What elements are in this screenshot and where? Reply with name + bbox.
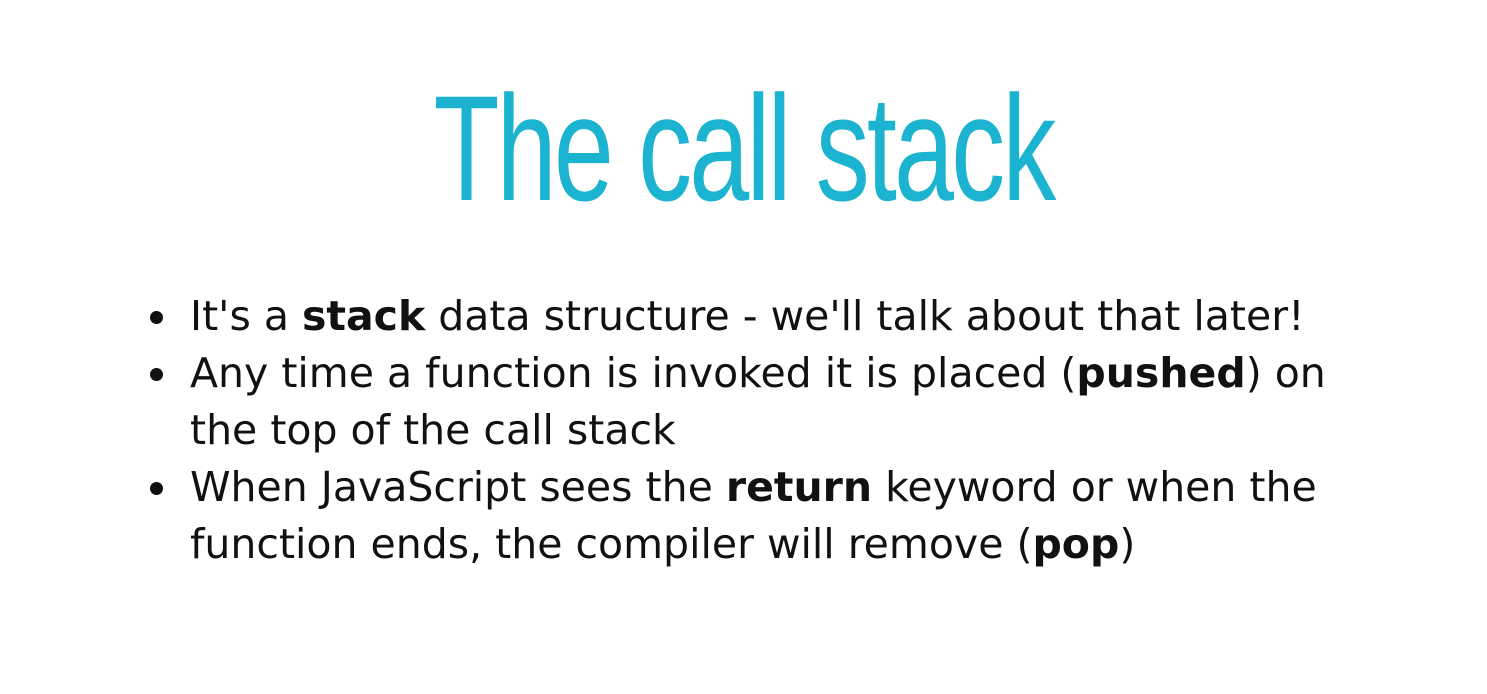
bullet-text-before: Any time a function is invoked it is pla…: [190, 349, 1077, 397]
bullet-text: When JavaScript sees the return keyword …: [190, 463, 1317, 568]
bullet-item: It's a stack data structure - we'll talk…: [150, 288, 1390, 345]
bullet-text-after-2: ): [1119, 520, 1136, 568]
bullet-dot-icon: [150, 368, 163, 381]
bullet-text-bold-2: pop: [1032, 520, 1120, 568]
bullet-text-after: data structure - we'll talk about that l…: [425, 292, 1305, 340]
slide: The call stack It's a stack data structu…: [0, 0, 1487, 694]
bullet-dot-icon: [150, 482, 163, 495]
bullet-text: Any time a function is invoked it is pla…: [190, 349, 1326, 454]
bullet-text-bold: return: [725, 463, 873, 511]
bullet-item: When JavaScript sees the return keyword …: [150, 459, 1390, 573]
bullet-list: It's a stack data structure - we'll talk…: [150, 288, 1390, 573]
bullet-item: Any time a function is invoked it is pla…: [150, 345, 1390, 459]
slide-title: The call stack: [433, 64, 1057, 232]
bullet-dot-icon: [150, 311, 163, 324]
bullet-text-bold: stack: [302, 292, 426, 340]
bullet-text: It's a stack data structure - we'll talk…: [190, 292, 1305, 340]
bullet-text-bold: pushed: [1076, 349, 1246, 397]
bullet-text-before: When JavaScript sees the: [190, 463, 726, 511]
bullet-text-before: It's a: [190, 292, 302, 340]
